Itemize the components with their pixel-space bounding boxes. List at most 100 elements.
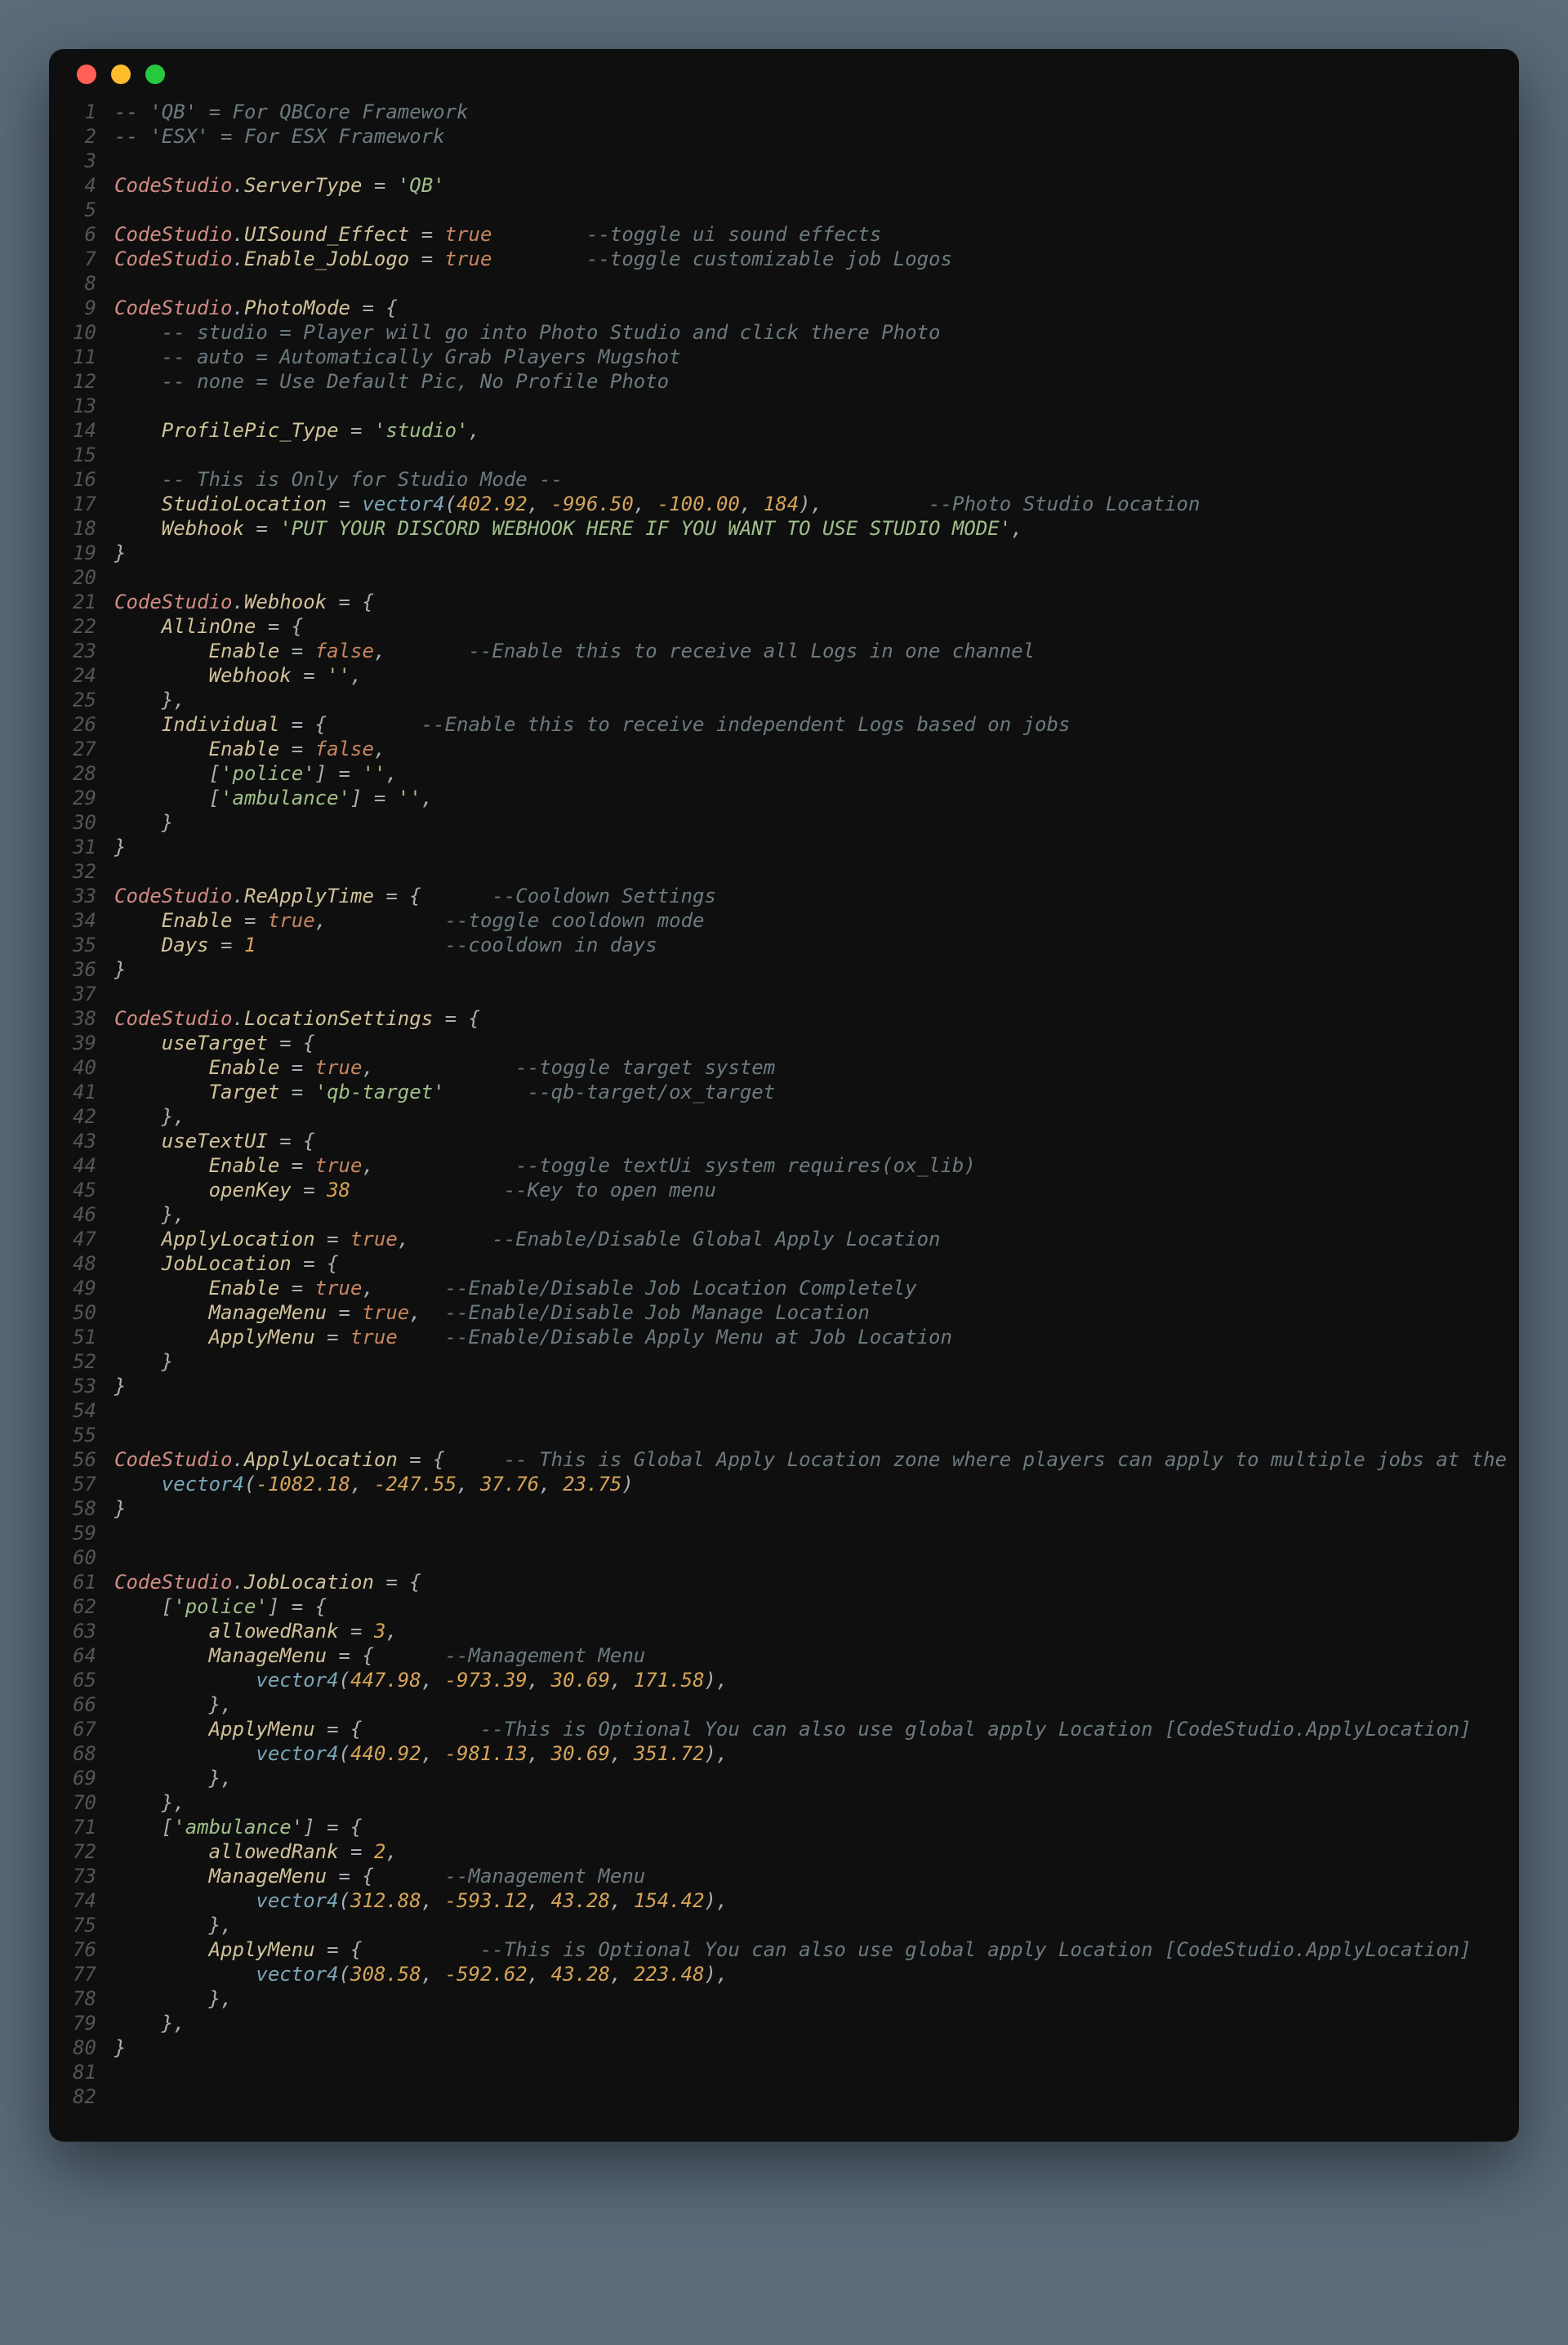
code-line[interactable]: -- studio = Player will go into Photo St… (114, 320, 1519, 345)
code-line[interactable] (114, 1545, 1519, 1570)
code-line[interactable] (114, 271, 1519, 296)
code-line[interactable]: }, (114, 688, 1519, 712)
code-line[interactable]: openKey = 38 --Key to open menu (114, 1178, 1519, 1202)
code-line[interactable]: }, (114, 1790, 1519, 1815)
code-line[interactable]: CodeStudio.Webhook = { (114, 590, 1519, 614)
code-line[interactable] (114, 443, 1519, 467)
code-line[interactable]: -- none = Use Default Pic, No Profile Ph… (114, 369, 1519, 394)
code-line[interactable]: }, (114, 1913, 1519, 1937)
line-number: 29 (49, 786, 96, 810)
code-line[interactable]: } (114, 1496, 1519, 1521)
code-line[interactable]: }, (114, 1104, 1519, 1129)
code-line[interactable]: ApplyMenu = true --Enable/Disable Apply … (114, 1325, 1519, 1349)
code-line[interactable]: } (114, 1349, 1519, 1374)
code-line[interactable]: CodeStudio.ServerType = 'QB' (114, 173, 1519, 198)
punct-token: , (610, 1669, 634, 1692)
code-line[interactable]: useTarget = { (114, 1031, 1519, 1055)
code-line[interactable]: CodeStudio.LocationSettings = { (114, 1006, 1519, 1031)
code-line[interactable]: } (114, 810, 1519, 835)
code-line[interactable]: } (114, 957, 1519, 982)
code-line[interactable]: ['ambulance'] = '', (114, 786, 1519, 810)
code-line[interactable]: vector4(440.92, -981.13, 30.69, 351.72), (114, 1741, 1519, 1766)
code-line[interactable]: Target = 'qb-target' --qb-target/ox_targ… (114, 1080, 1519, 1104)
maximize-icon[interactable] (145, 65, 165, 84)
code-line[interactable]: ManageMenu = { --Management Menu (114, 1864, 1519, 1888)
code-line[interactable]: } (114, 835, 1519, 859)
whitespace (114, 1791, 162, 1814)
code-line[interactable]: useTextUI = { (114, 1129, 1519, 1153)
code-line[interactable]: } (114, 1374, 1519, 1398)
code-line[interactable]: ApplyMenu = { --This is Optional You can… (114, 1937, 1519, 1962)
code-line[interactable]: }, (114, 1986, 1519, 2011)
code-line[interactable]: }, (114, 1202, 1519, 1227)
line-number: 17 (49, 492, 96, 516)
code-line[interactable]: Individual = { --Enable this to receive … (114, 712, 1519, 737)
code-line[interactable]: Enable = false, --Enable this to receive… (114, 639, 1519, 663)
code-line[interactable]: -- 'QB' = For QBCore Framework (114, 100, 1519, 124)
code-line[interactable]: CodeStudio.PhotoMode = { (114, 296, 1519, 320)
code-line[interactable] (114, 982, 1519, 1006)
code-line[interactable]: JobLocation = { (114, 1251, 1519, 1276)
code-line[interactable]: Enable = true, --Enable/Disable Job Loca… (114, 1276, 1519, 1300)
code-line[interactable] (114, 1521, 1519, 1545)
code-line[interactable]: CodeStudio.UISound_Effect = true --toggl… (114, 222, 1519, 247)
comment-token: -- studio = Player will go into Photo St… (162, 321, 941, 344)
code-line[interactable]: vector4(312.88, -593.12, 43.28, 154.42), (114, 1888, 1519, 1913)
code-line[interactable]: Enable = true, --toggle target system (114, 1055, 1519, 1080)
code-line[interactable]: Enable = false, (114, 737, 1519, 761)
code-line[interactable]: ManageMenu = { --Management Menu (114, 1643, 1519, 1668)
code-line[interactable] (114, 1398, 1519, 1423)
code-line[interactable]: CodeStudio.Enable_JobLogo = true --toggl… (114, 247, 1519, 271)
code-line[interactable]: vector4(447.98, -973.39, 30.69, 171.58), (114, 1668, 1519, 1692)
code-line[interactable]: ['police'] = '', (114, 761, 1519, 786)
code-line[interactable]: vector4(-1082.18, -247.55, 37.76, 23.75) (114, 1472, 1519, 1496)
code-line[interactable] (114, 2060, 1519, 2084)
code-line[interactable]: ApplyMenu = { --This is Optional You can… (114, 1717, 1519, 1741)
code-line[interactable]: allowedRank = 3, (114, 1619, 1519, 1643)
code-line[interactable]: CodeStudio.ApplyLocation = { -- This is … (114, 1447, 1519, 1472)
code-line[interactable]: StudioLocation = vector4(402.92, -996.50… (114, 492, 1519, 516)
code-line[interactable]: AllinOne = { (114, 614, 1519, 639)
code-line[interactable]: Enable = true, --toggle cooldown mode (114, 908, 1519, 933)
code-line[interactable]: Webhook = '', (114, 663, 1519, 688)
code-line[interactable]: ManageMenu = true, --Enable/Disable Job … (114, 1300, 1519, 1325)
code-line[interactable] (114, 2084, 1519, 2109)
code-line[interactable]: }, (114, 2011, 1519, 2035)
line-number: 38 (49, 1006, 96, 1031)
code-line[interactable] (114, 859, 1519, 884)
code-line[interactable] (114, 394, 1519, 418)
code-line[interactable]: vector4(308.58, -592.62, 43.28, 223.48), (114, 1962, 1519, 1986)
code-line[interactable]: allowedRank = 2, (114, 1839, 1519, 1864)
code-line[interactable]: ['police'] = { (114, 1594, 1519, 1619)
punct-token: , (350, 664, 362, 687)
whitespace (350, 1179, 504, 1201)
code-line[interactable]: }, (114, 1692, 1519, 1717)
bool-token: true (362, 1301, 409, 1324)
whitespace (114, 1718, 209, 1741)
code-content[interactable]: -- 'QB' = For QBCore Framework-- 'ESX' =… (114, 100, 1519, 2109)
code-line[interactable]: Enable = true, --toggle textUi system re… (114, 1153, 1519, 1178)
num-token: 3 (374, 1620, 385, 1643)
code-line[interactable]: ['ambulance'] = { (114, 1815, 1519, 1839)
code-line[interactable]: ApplyLocation = true, --Enable/Disable G… (114, 1227, 1519, 1251)
num-token: 308.58 (350, 1963, 421, 1986)
minimize-icon[interactable] (111, 65, 131, 84)
code-line[interactable]: -- auto = Automatically Grab Players Mug… (114, 345, 1519, 369)
code-line[interactable] (114, 198, 1519, 222)
code-line[interactable]: CodeStudio.JobLocation = { (114, 1570, 1519, 1594)
code-line[interactable]: } (114, 2035, 1519, 2060)
code-line[interactable]: -- This is Only for Studio Mode -- (114, 467, 1519, 492)
code-line[interactable]: }, (114, 1766, 1519, 1790)
code-line[interactable]: } (114, 541, 1519, 565)
code-line[interactable]: Webhook = 'PUT YOUR DISCORD WEBHOOK HERE… (114, 516, 1519, 541)
code-line[interactable]: CodeStudio.ReApplyTime = { --Cooldown Se… (114, 884, 1519, 908)
code-line[interactable] (114, 565, 1519, 590)
code-line[interactable]: ProfilePic_Type = 'studio', (114, 418, 1519, 443)
code-editor[interactable]: 1234567891011121314151617181920212223242… (49, 100, 1519, 2142)
code-line[interactable]: -- 'ESX' = For ESX Framework (114, 124, 1519, 149)
close-icon[interactable] (77, 65, 96, 84)
num-token: -592.62 (445, 1963, 528, 1986)
code-line[interactable] (114, 149, 1519, 173)
code-line[interactable]: Days = 1 --cooldown in days (114, 933, 1519, 957)
code-line[interactable] (114, 1423, 1519, 1447)
